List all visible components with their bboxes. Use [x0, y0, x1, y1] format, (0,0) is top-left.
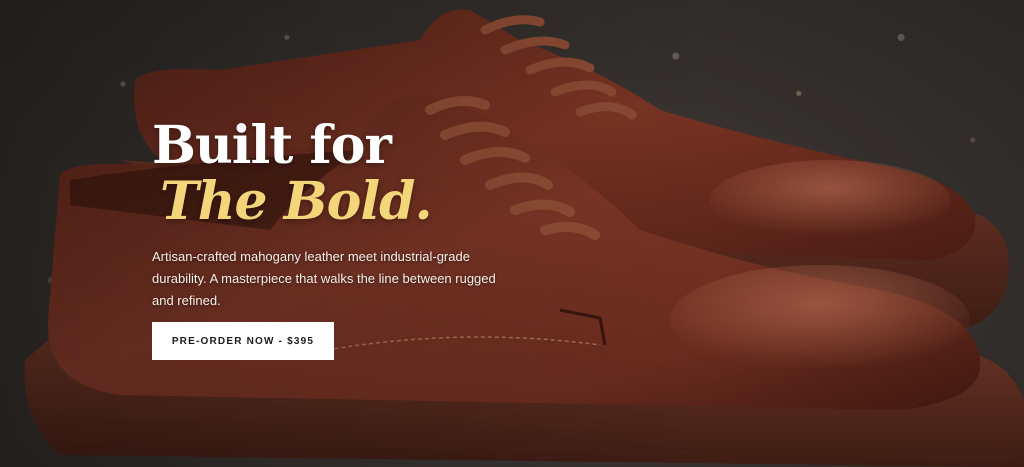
- headline-line-2-accent: The Bold.: [160, 171, 433, 232]
- hero-headline: Built for The Bold.: [152, 118, 532, 230]
- pre-order-button[interactable]: PRE-ORDER NOW - $395: [152, 322, 334, 360]
- hero-description: Artisan-crafted mahogany leather meet in…: [152, 249, 496, 308]
- hero-section: Built for The Bold. Artisan-crafted maho…: [0, 0, 1024, 467]
- hero-copy: Built for The Bold. Artisan-crafted maho…: [152, 118, 532, 360]
- headline-line-1: Built for: [152, 115, 392, 176]
